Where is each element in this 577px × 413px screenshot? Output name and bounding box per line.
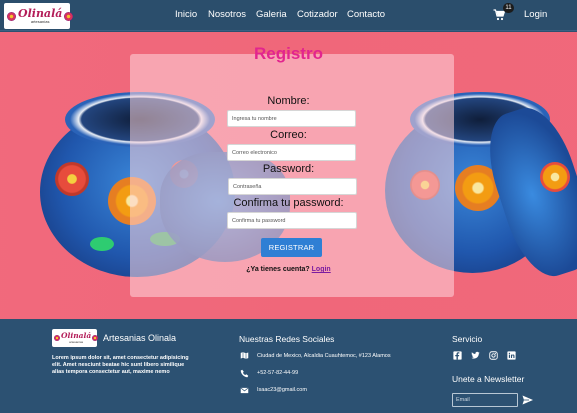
top-navbar: Olinalá artesanías Inicio Nosotros Galer…: [0, 0, 577, 31]
flower-icon: [92, 335, 99, 341]
email-input[interactable]: [227, 144, 356, 161]
footer-logo-subtitle: artesanías: [69, 339, 84, 344]
nav-link-contacto[interactable]: Contacto: [347, 9, 385, 20]
email-text: Isaac23@gmail.com: [257, 387, 307, 393]
account-prompt-text: ¿Ya tienes cuenta?: [246, 266, 310, 273]
send-icon[interactable]: [521, 394, 534, 406]
footer-logo[interactable]: Olinalá artesanías: [52, 329, 99, 347]
registration-card: [130, 54, 454, 297]
footer-brand-name: Artesanias Olinala: [103, 333, 177, 343]
nav-login-link[interactable]: Login: [524, 9, 547, 20]
facebook-icon[interactable]: [453, 351, 462, 360]
twitter-icon[interactable]: [471, 351, 480, 360]
flower-icon: [54, 335, 60, 341]
nav-link-nosotros[interactable]: Nosotros: [208, 9, 246, 20]
map-icon: [240, 352, 249, 359]
phone-icon: [240, 369, 249, 378]
nav-link-cotizador[interactable]: Cotizador: [297, 9, 338, 20]
register-button[interactable]: REGISTRAR: [261, 238, 322, 257]
newsletter-heading: Unete a Newsletter: [452, 374, 525, 384]
linkedin-icon[interactable]: [507, 351, 516, 360]
instagram-icon[interactable]: [489, 351, 498, 360]
registration-title: Registro: [254, 44, 323, 63]
password-input[interactable]: [228, 178, 357, 195]
nav-link-inicio[interactable]: Inicio: [175, 9, 197, 20]
confirm-password-label: Confirma tu password:: [233, 197, 344, 209]
email-label: Correo:: [270, 129, 307, 141]
login-prompt: ¿Ya tienes cuenta? Login: [0, 266, 577, 273]
newsletter-email-input[interactable]: [452, 393, 518, 407]
envelope-icon: [240, 387, 249, 394]
footer-logo-title: Olinalá: [61, 331, 92, 341]
name-input[interactable]: [227, 110, 356, 127]
nav-links: Inicio Nosotros Galeria Cotizador Contac…: [0, 0, 577, 31]
nav-link-galeria[interactable]: Galeria: [256, 9, 287, 20]
name-label: Nombre:: [267, 95, 310, 107]
phone-text: +52-57-82-44-99: [257, 370, 299, 376]
cart-count-badge: 11: [503, 3, 514, 13]
confirm-password-input[interactable]: [227, 212, 357, 229]
address-text: Ciudad de Mexico, Alcaldia Cuauhtemoc, #…: [257, 353, 391, 359]
service-heading: Servicio: [452, 334, 483, 344]
social-heading: Nuestras Redes Sociales: [239, 334, 335, 344]
footer-description: Lorem ipsum dolor sit, amet consectetur …: [52, 355, 189, 375]
password-label: Password:: [262, 163, 315, 175]
login-link[interactable]: Login: [312, 266, 331, 273]
site-footer: Olinalá artesanías Artesanias Olinala Lo…: [0, 320, 577, 413]
